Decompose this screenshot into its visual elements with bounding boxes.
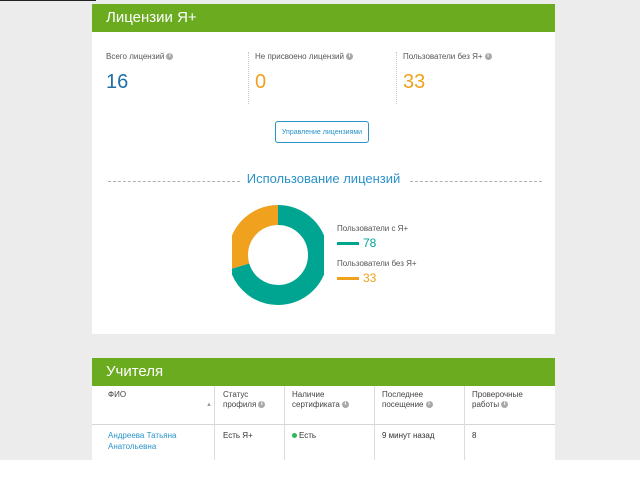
teachers-card: Учителя ФИО Статус профиля i Наличие сертиф… bbox=[92, 358, 555, 460]
licenses-card-title: Лицензии Я+ bbox=[92, 4, 555, 32]
teacher-name-link[interactable]: Андреева Татьяна Анатольевна bbox=[108, 430, 176, 452]
stat-total-licenses: Всего лицензий i 16 bbox=[100, 52, 248, 104]
status-dot-icon bbox=[292, 433, 297, 439]
legend-swatch bbox=[337, 241, 359, 245]
sort-arrow-icon[interactable]: ▲ bbox=[206, 402, 212, 408]
certificate-cell: Есть bbox=[292, 430, 316, 441]
stat-label: Не присвоено лицензий bbox=[255, 52, 344, 61]
legend-value: 78 bbox=[363, 236, 377, 250]
license-usage-donut-chart bbox=[232, 205, 324, 305]
column-header-check-works[interactable]: Проверочные работы i bbox=[472, 390, 523, 410]
stat-value: 33 bbox=[403, 71, 426, 93]
column-header-profile-status[interactable]: Статус профиля i bbox=[223, 390, 266, 410]
profile-status-cell: Есть Я+ bbox=[223, 431, 253, 440]
legend-label: Пользователи с Я+ bbox=[337, 224, 409, 233]
top-edge-line bbox=[0, 0, 96, 1]
column-separator bbox=[374, 386, 375, 460]
column-separator bbox=[464, 386, 465, 460]
teachers-table-header: ФИО Статус профиля i Наличие сертификата i П… bbox=[92, 386, 555, 425]
info-icon[interactable]: i bbox=[345, 53, 353, 61]
column-header-name[interactable]: ФИО bbox=[108, 390, 126, 400]
license-stats: Всего лицензий i 16 Не присвоено лицензий… bbox=[92, 52, 555, 108]
info-icon[interactable]: i bbox=[341, 401, 349, 409]
stat-value: 0 bbox=[255, 71, 267, 93]
stat-label: Пользователи без Я+ bbox=[403, 52, 483, 61]
teachers-card-title: Учителя bbox=[92, 358, 555, 386]
bottom-band bbox=[0, 460, 640, 480]
info-icon[interactable]: i bbox=[425, 401, 433, 409]
stat-label: Всего лицензий bbox=[106, 52, 165, 61]
column-header-last-visit[interactable]: Последнее посещение i bbox=[382, 390, 433, 410]
divider-right bbox=[410, 181, 542, 182]
stat-value: 16 bbox=[106, 71, 129, 93]
legend-swatch bbox=[337, 276, 359, 280]
info-icon[interactable]: i bbox=[166, 53, 174, 61]
legend-value: 33 bbox=[363, 271, 377, 285]
column-separator bbox=[214, 386, 215, 460]
licenses-card: Лицензии Я+ Всего лицензий i 16 Не присво… bbox=[92, 4, 555, 334]
manage-licenses-button[interactable]: Управление лицензиями bbox=[275, 121, 369, 143]
info-icon[interactable]: i bbox=[484, 53, 492, 61]
legend-without-license: Пользователи без Я+ 33 bbox=[337, 259, 417, 285]
legend-with-license: Пользователи с Я+ 78 bbox=[337, 224, 408, 250]
last-visit-cell: 9 минут назад bbox=[382, 431, 435, 440]
stat-users-without-license: Пользователи без Я+ i 33 bbox=[396, 52, 545, 104]
column-separator bbox=[284, 386, 285, 460]
legend-label: Пользователи без Я+ bbox=[337, 259, 417, 268]
stat-unassigned-licenses: Не присвоено лицензий i 0 bbox=[248, 52, 397, 104]
usage-title: Использование лицензий bbox=[246, 171, 401, 186]
check-works-cell: 8 bbox=[472, 431, 477, 440]
info-icon[interactable]: i bbox=[501, 401, 509, 409]
column-header-certificate[interactable]: Наличие сертификата i bbox=[292, 390, 349, 410]
info-icon[interactable]: i bbox=[258, 401, 266, 409]
